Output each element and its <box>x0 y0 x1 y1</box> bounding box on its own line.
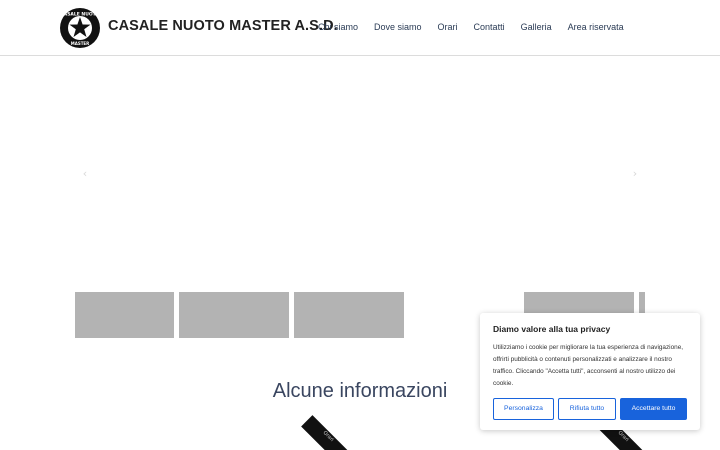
logo-star-icon: CASALE NUOTO MASTER <box>60 9 100 47</box>
gallery-thumbnail[interactable] <box>294 292 404 338</box>
ribbon-label: Orari <box>616 429 630 444</box>
chevron-left-icon[interactable]: ‹ <box>79 168 91 180</box>
nav-item-orari[interactable]: Orari <box>438 22 458 32</box>
image-slider: ‹ › <box>0 57 720 287</box>
site-logo[interactable]: CASALE NUOTO MASTER <box>60 8 100 48</box>
chevron-right-icon[interactable]: › <box>629 168 641 180</box>
logo-text-top: CASALE NUOTO <box>60 12 99 18</box>
accept-all-button[interactable]: Accettare tutto <box>620 398 687 420</box>
gallery-thumbnail[interactable] <box>75 292 174 338</box>
cookie-consent-banner: Diamo valore alla tua privacy Utilizziam… <box>480 313 700 430</box>
ribbon-badge: Orari <box>301 415 355 450</box>
reject-all-button[interactable]: Rifiuta tutto <box>558 398 616 420</box>
cookie-text: Utilizziamo i cookie per migliorare la t… <box>493 344 684 387</box>
nav-item-dove-siamo[interactable]: Dove siamo <box>374 22 422 32</box>
gallery-thumbnail[interactable] <box>179 292 289 338</box>
customize-button[interactable]: Personalizza <box>493 398 554 420</box>
cookie-title: Diamo valore alla tua privacy <box>493 324 611 334</box>
nav-item-contatti[interactable]: Contatti <box>474 22 505 32</box>
nav-item-area-riservata[interactable]: Area riservata <box>568 22 624 32</box>
nav-item-chi-siamo[interactable]: Chi siamo <box>318 22 358 32</box>
site-header: CASALE NUOTO MASTER CASALE NUOTO MASTER … <box>0 0 720 56</box>
page: CASALE NUOTO MASTER CASALE NUOTO MASTER … <box>0 0 720 450</box>
logo-text-bottom: MASTER <box>71 41 90 46</box>
site-title[interactable]: CASALE NUOTO MASTER A.S.D. <box>108 18 338 34</box>
main-nav: Chi siamo Dove siamo Orari Contatti Gall… <box>318 22 640 32</box>
nav-item-galleria[interactable]: Galleria <box>521 22 552 32</box>
ribbon-label: Orari <box>321 429 335 444</box>
